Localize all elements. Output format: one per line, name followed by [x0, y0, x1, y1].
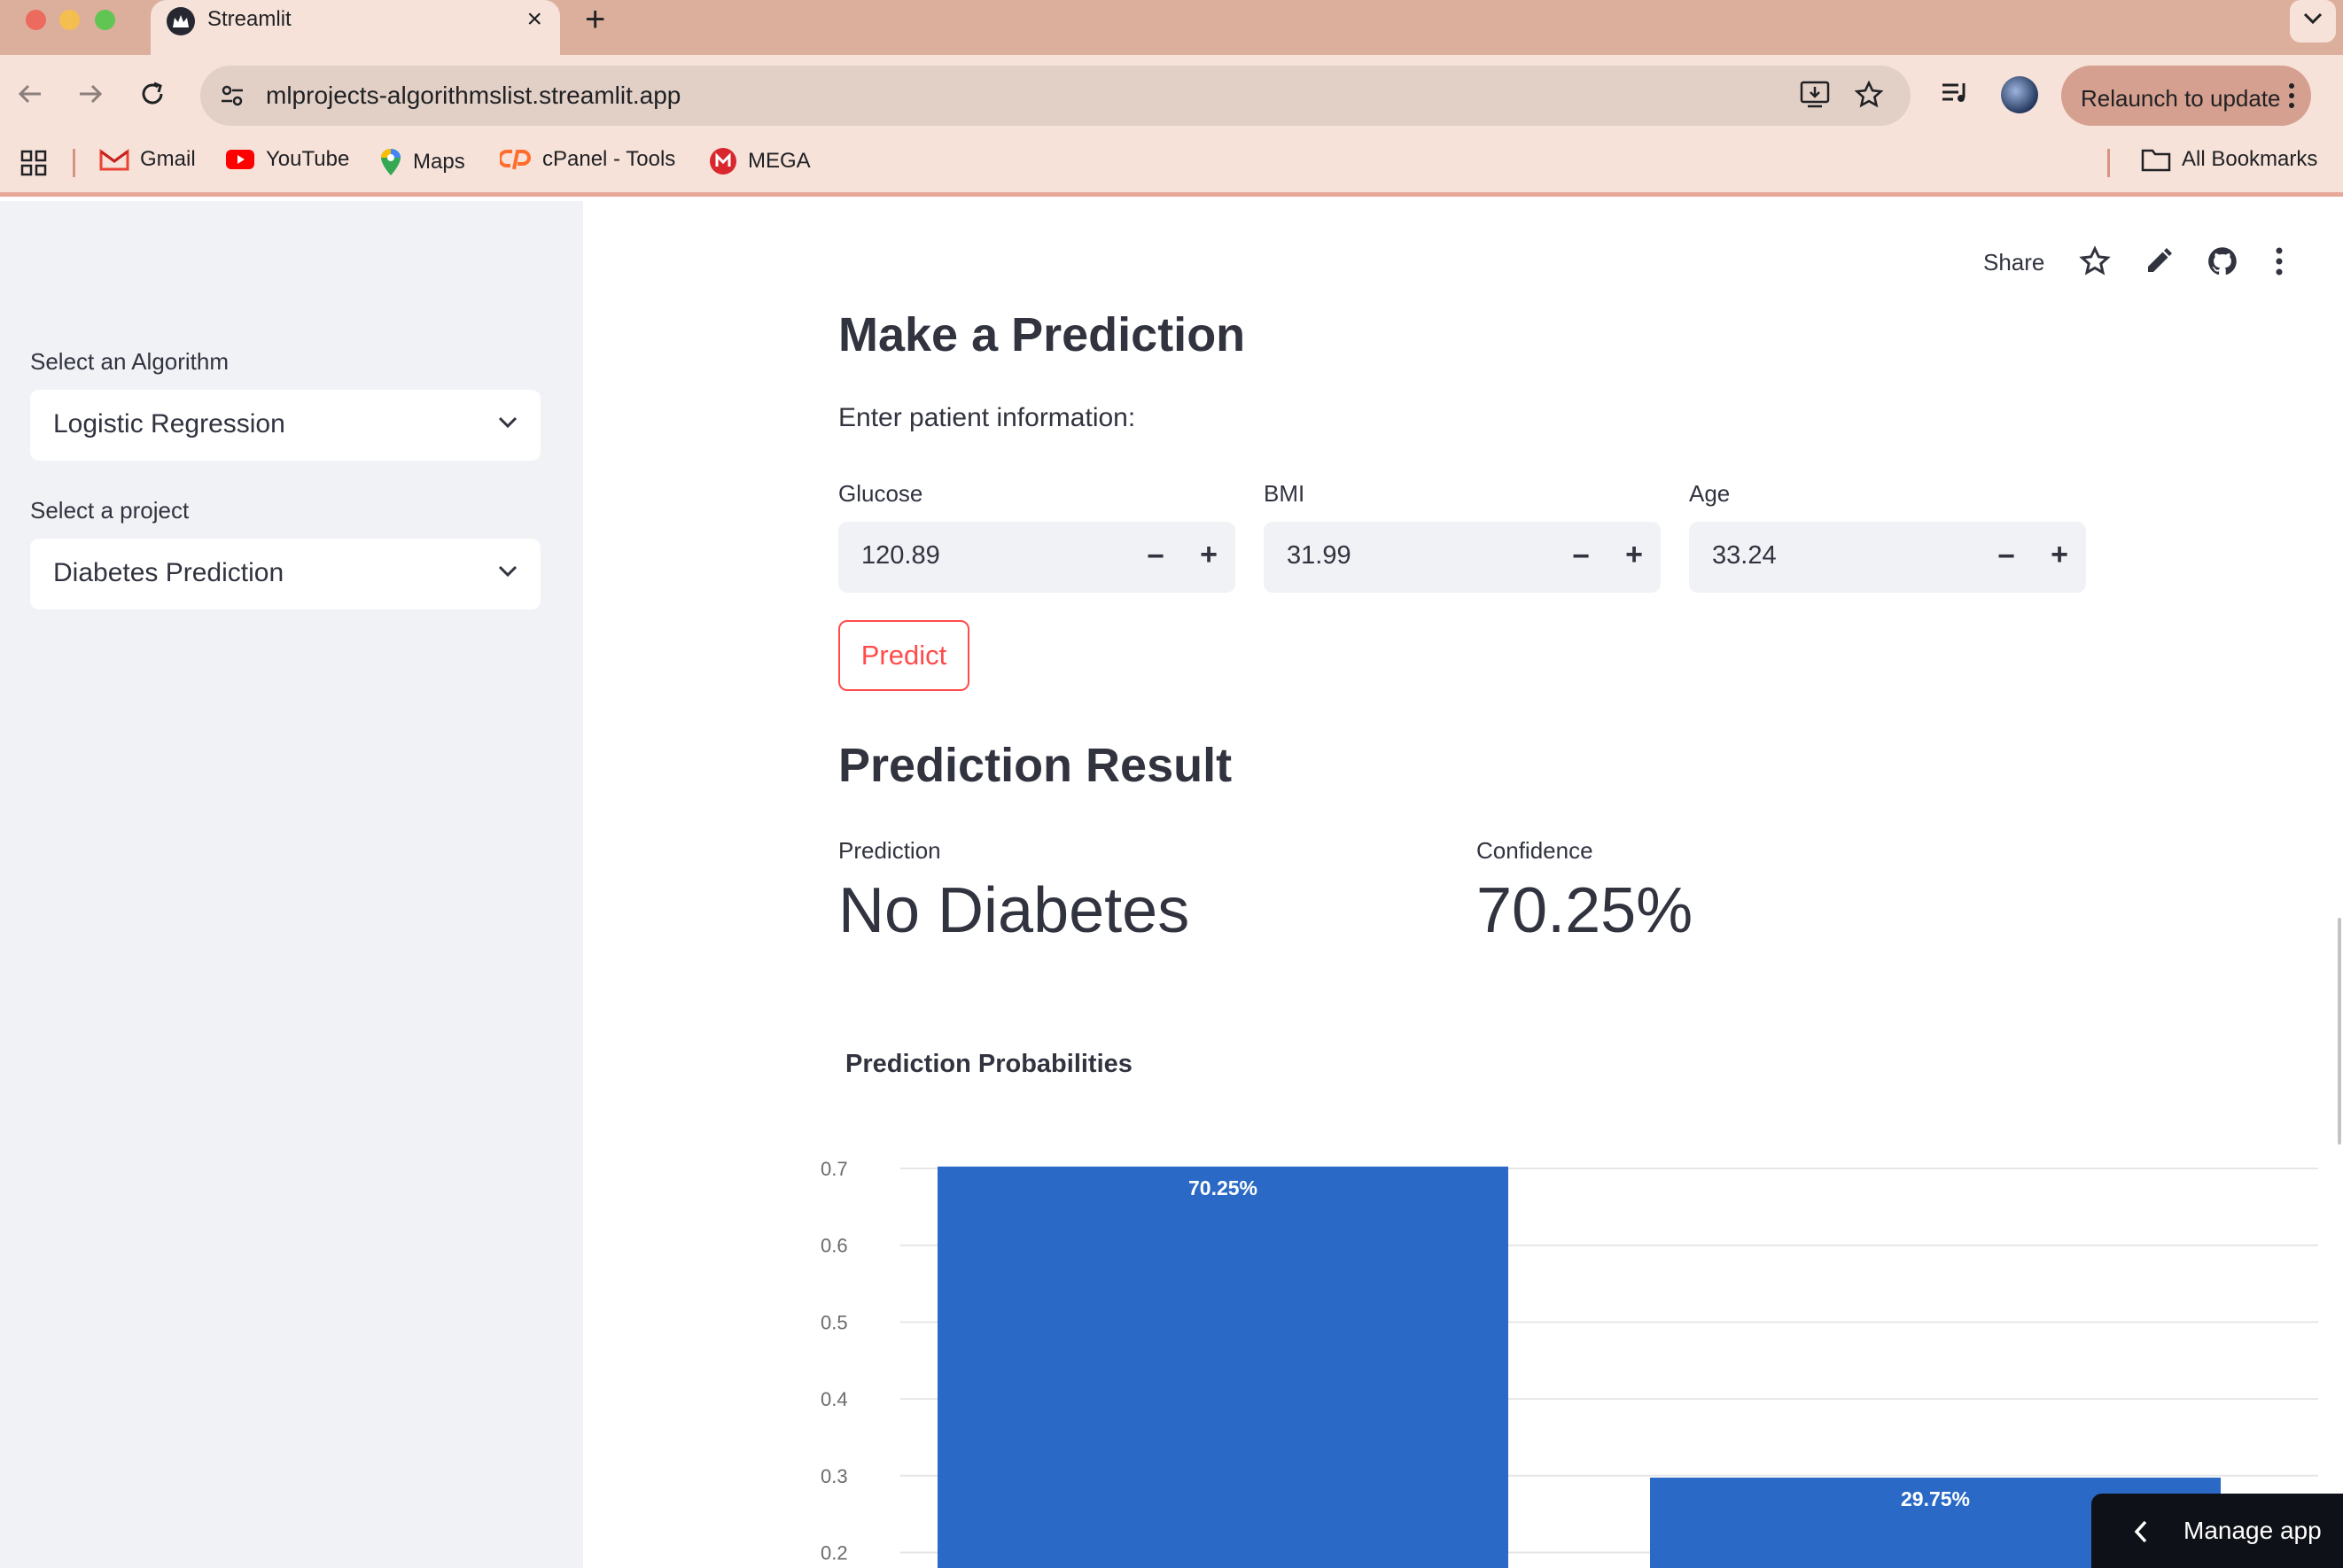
tab-title: Streamlit — [207, 7, 292, 31]
github-icon[interactable] — [2207, 245, 2238, 277]
main-content: Share Make a Prediction Enter patient in… — [583, 201, 2343, 1568]
share-button[interactable]: Share — [1983, 249, 2044, 276]
address-bar[interactable]: mlprojects-algorithmslist.streamlit.app — [200, 66, 1911, 126]
page-title: Make a Prediction — [838, 308, 1246, 361]
browser-tab-bar: Streamlit × + — [0, 0, 2343, 55]
bookmarks-divider — [73, 149, 75, 177]
predict-button[interactable]: Predict — [838, 620, 969, 691]
project-select[interactable]: Diabetes Prediction — [30, 539, 541, 609]
bookmark-label: Gmail — [140, 147, 196, 171]
bmi-value: 31.99 — [1287, 541, 1351, 570]
prediction-metric-value: No Diabetes — [838, 875, 1190, 946]
chevron-down-icon — [498, 416, 518, 429]
maps-icon — [381, 149, 401, 175]
all-bookmarks-button[interactable]: All Bookmarks — [2141, 147, 2317, 172]
bmi-input[interactable]: 31.99 − + — [1264, 522, 1661, 593]
youtube-icon — [226, 150, 254, 169]
tab-search-button[interactable] — [2290, 0, 2336, 43]
streamlit-favicon-icon — [167, 7, 195, 35]
bookmark-label: YouTube — [266, 147, 350, 171]
chevron-left-icon — [2134, 1520, 2147, 1543]
page-scrollbar[interactable] — [2338, 918, 2341, 1145]
edit-pencil-icon[interactable] — [2143, 245, 2175, 277]
confidence-metric-value: 70.25% — [1476, 875, 1693, 946]
y-tick-label: 0.2 — [821, 1542, 848, 1564]
maximize-window-button[interactable] — [95, 10, 115, 30]
install-app-icon[interactable] — [1799, 80, 1831, 110]
bmi-label: BMI — [1264, 480, 1305, 507]
browser-tab[interactable]: Streamlit × — [151, 0, 560, 55]
sidebar: Select an Algorithm Logistic Regression … — [0, 201, 583, 1568]
minimize-window-button[interactable] — [59, 10, 80, 30]
chevron-down-icon — [2303, 12, 2323, 25]
gmail-icon — [99, 149, 129, 171]
close-window-button[interactable] — [26, 10, 46, 30]
bmi-increment-button[interactable]: + — [1625, 538, 1643, 572]
bookmark-mega[interactable]: MEGA — [709, 147, 811, 175]
bookmark-label: cPanel - Tools — [542, 147, 676, 171]
main-menu-icon[interactable] — [2274, 245, 2285, 277]
apps-grid-icon[interactable] — [19, 149, 48, 177]
result-heading: Prediction Result — [838, 739, 1233, 792]
folder-icon — [2141, 149, 2171, 172]
algorithm-select-label: Select an Algorithm — [30, 348, 230, 375]
site-settings-icon[interactable] — [218, 82, 246, 110]
relaunch-button[interactable]: Relaunch to update — [2061, 66, 2311, 126]
project-select-label: Select a project — [30, 497, 190, 524]
bar-data-label: 70.25% — [1188, 1176, 1257, 1199]
algorithm-select-value: Logistic Regression — [53, 409, 285, 439]
manage-app-button[interactable]: Manage app — [2091, 1494, 2343, 1568]
age-increment-button[interactable]: + — [2051, 538, 2068, 572]
media-control-icon[interactable] — [1941, 80, 1971, 108]
y-tick-label: 0.6 — [821, 1235, 848, 1257]
bookmarks-divider — [2107, 149, 2110, 177]
manage-app-label: Manage app — [2183, 1517, 2322, 1544]
prediction-metric-label: Prediction — [838, 837, 941, 864]
url-text: mlprojects-algorithmslist.streamlit.app — [266, 82, 681, 109]
glucose-increment-button[interactable]: + — [1200, 538, 1218, 572]
y-tick-label: 0.7 — [821, 1158, 848, 1180]
cpanel-icon — [500, 150, 531, 170]
y-tick-label: 0.3 — [821, 1465, 848, 1487]
tab-close-icon[interactable]: × — [526, 4, 542, 35]
bookmark-cpanel[interactable]: cPanel - Tools — [500, 147, 675, 172]
bar-data-label: 29.75% — [1901, 1487, 1970, 1510]
glucose-decrement-button[interactable]: − — [1147, 539, 1164, 574]
age-value: 33.24 — [1712, 541, 1777, 570]
project-select-value: Diabetes Prediction — [53, 558, 284, 587]
back-arrow-icon[interactable] — [12, 76, 48, 112]
y-tick-label: 0.4 — [821, 1388, 848, 1410]
chevron-down-icon — [498, 565, 518, 578]
glucose-label: Glucose — [838, 480, 923, 507]
bookmark-gmail[interactable]: Gmail — [99, 147, 196, 172]
bookmark-label: Maps — [413, 150, 465, 174]
star-icon[interactable] — [2079, 245, 2111, 277]
bmi-decrement-button[interactable]: − — [1572, 539, 1590, 574]
all-bookmarks-label: All Bookmarks — [2182, 147, 2318, 171]
instructions-text: Enter patient information: — [838, 403, 1136, 432]
glucose-value: 120.89 — [861, 541, 940, 570]
confidence-metric-label: Confidence — [1476, 837, 1593, 864]
algorithm-select[interactable]: Logistic Regression — [30, 390, 541, 461]
mega-icon — [710, 148, 736, 175]
glucose-input[interactable]: 120.89 − + — [838, 522, 1235, 593]
bookmark-label: MEGA — [748, 149, 811, 173]
probability-bar[interactable] — [938, 1166, 1508, 1568]
more-vert-icon — [2289, 83, 2294, 108]
bookmark-star-icon[interactable] — [1854, 80, 1884, 110]
reload-icon[interactable] — [135, 76, 170, 112]
forward-arrow-icon[interactable] — [73, 76, 108, 112]
relaunch-label: Relaunch to update — [2081, 85, 2281, 112]
bookmarks-bar: Gmail YouTube Maps cPanel - Tools MEGA A… — [0, 135, 2343, 197]
chart-title: Prediction Probabilities — [845, 1050, 1133, 1078]
age-decrement-button[interactable]: − — [1997, 539, 2015, 574]
bookmark-youtube[interactable]: YouTube — [225, 147, 349, 172]
y-tick-label: 0.5 — [821, 1311, 848, 1333]
age-label: Age — [1689, 480, 1731, 507]
browser-toolbar: mlprojects-algorithmslist.streamlit.app … — [0, 55, 2343, 135]
bookmark-maps[interactable]: Maps — [379, 147, 465, 177]
new-tab-icon[interactable]: + — [585, 2, 605, 37]
profile-avatar[interactable] — [2001, 76, 2038, 113]
age-input[interactable]: 33.24 − + — [1689, 522, 2086, 593]
